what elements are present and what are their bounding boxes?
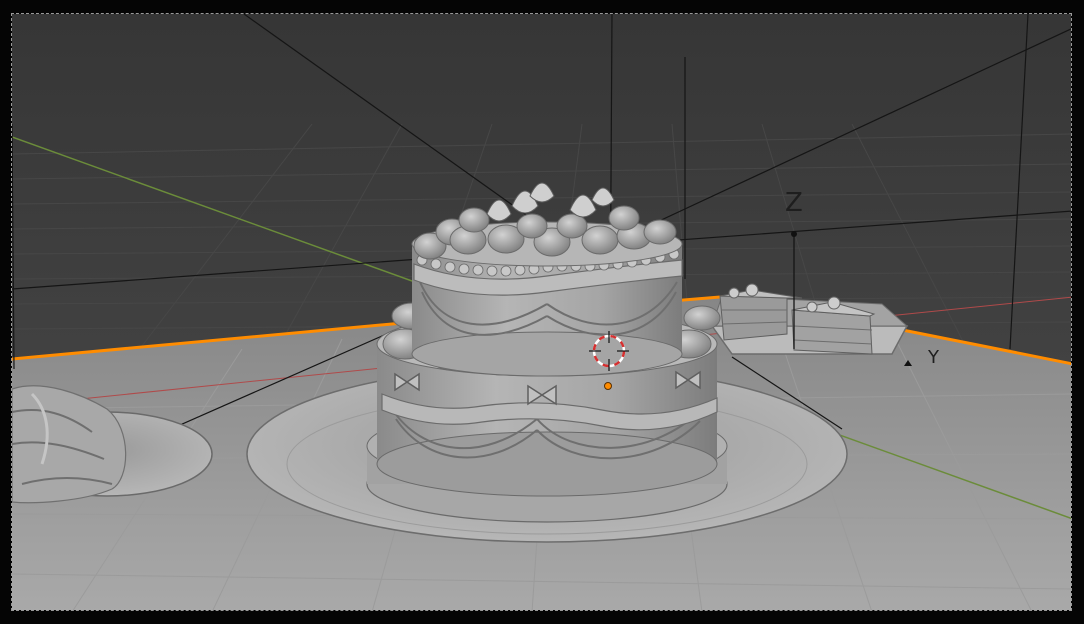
z-axis-label: Z [785,188,803,218]
screen-frame: Z Y [0,0,1084,624]
y-axis-label: Y [928,347,939,368]
viewport-scene[interactable] [12,14,1072,611]
z-axis-handle[interactable] [791,231,797,237]
3d-viewport[interactable]: Z Y [11,13,1072,611]
origin-marker[interactable] [604,382,612,390]
